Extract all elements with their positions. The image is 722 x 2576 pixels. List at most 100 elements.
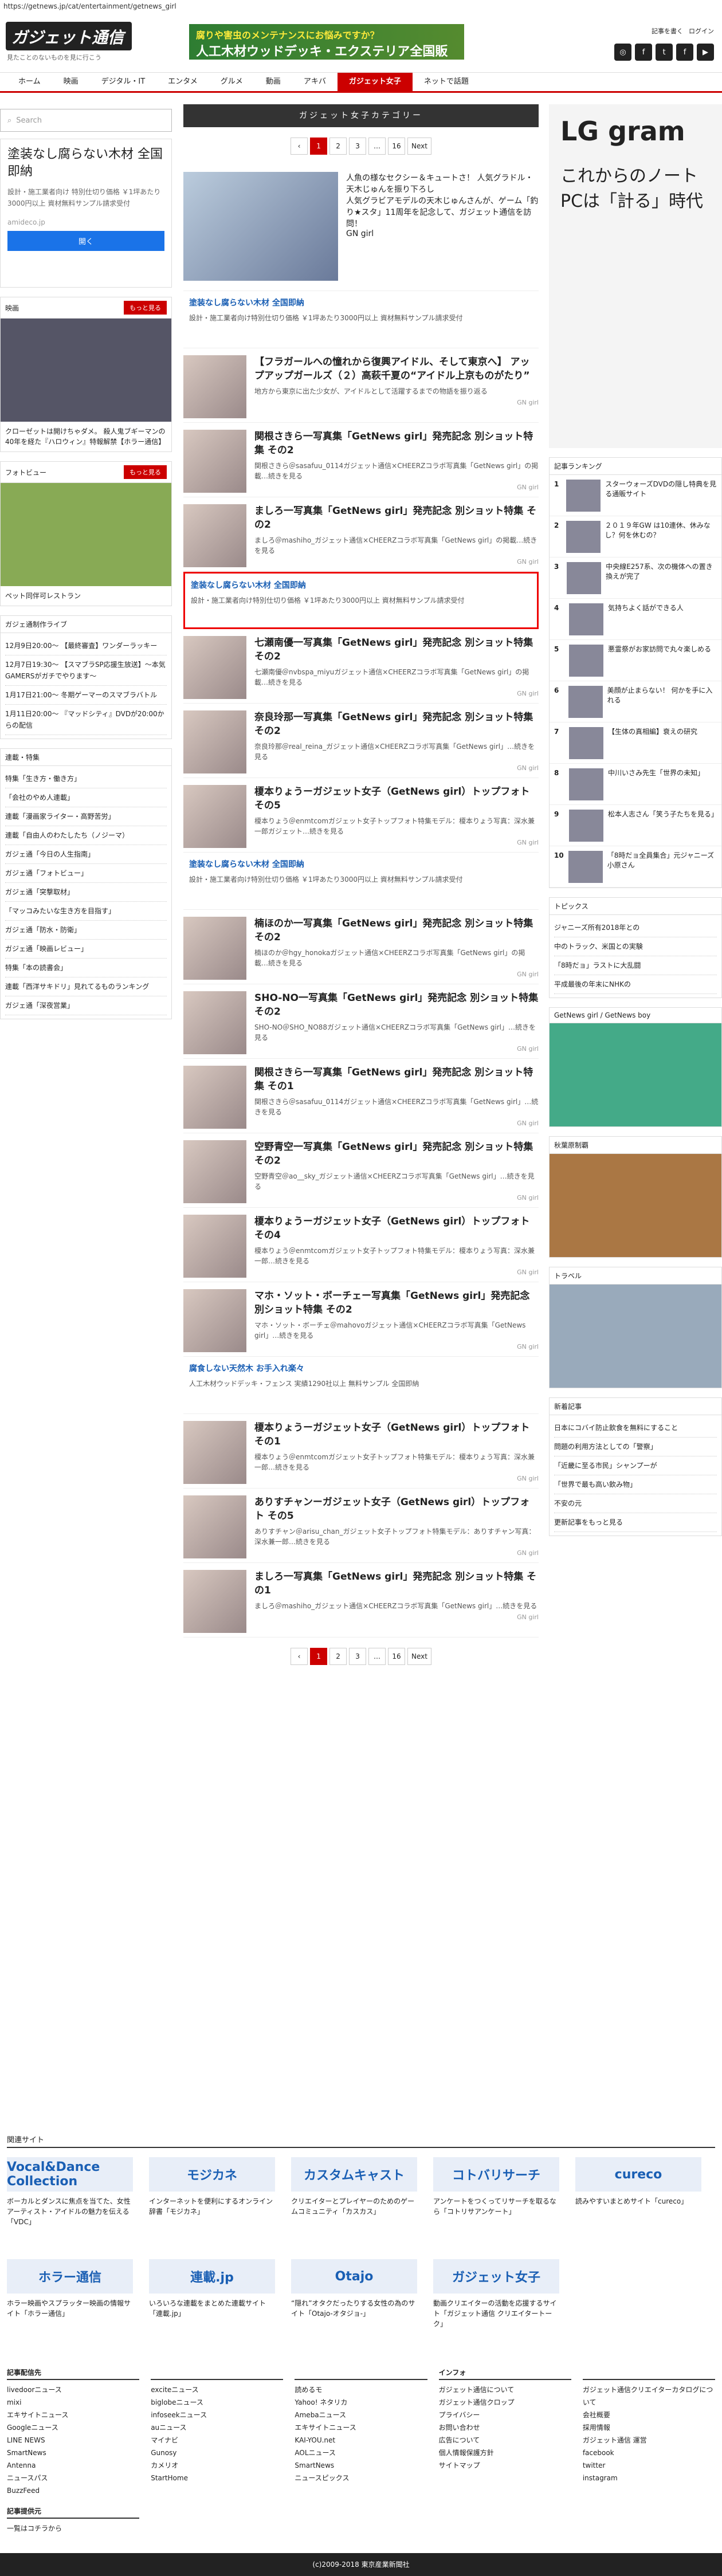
pager-page[interactable]: 1 [310,1648,328,1665]
ranking-item[interactable]: 9 松本人志さん「笑う子たちを見る」 [550,805,721,846]
rank-thumbnail[interactable] [569,727,603,759]
footer-link[interactable]: BuzzFeed [7,2484,139,2497]
rank-thumbnail[interactable] [569,768,603,800]
article-title[interactable]: マホ・ソット・ボーチェー写真集「GetNews girl」発売記念 別ショット特… [254,1289,539,1317]
site-logo[interactable]: コトバリサーチ [433,2157,559,2192]
list-item[interactable]: 連載「漫画家ライター・高野苦労」 [5,807,167,826]
rank-title[interactable]: 【生体の真相編】衰えの研究 [608,727,697,759]
footer-link[interactable]: KAI-YOU.net [295,2434,427,2447]
list-item[interactable]: 「会社のやめ人連載」 [5,788,167,807]
footer-link[interactable]: Antenna [7,2459,139,2472]
article-thumbnail[interactable] [183,785,246,848]
list-item[interactable]: ガジェ通「深夜営業」 [5,996,167,1015]
ranking-item[interactable]: 2 ２０１９年GW は10連休、休みなし？何を休むの？ [550,516,721,557]
article-thumbnail[interactable] [183,430,246,493]
ranking-item[interactable]: 3 中央線E257系、次の機体への置き換えが完了 [550,557,721,599]
footer-link[interactable]: Googleニュース [7,2421,139,2434]
article-item[interactable]: ましろ一写真集「GetNews girl」発売記念 別ショット特集 その1 ましろ… [183,1563,539,1638]
footer-link[interactable]: マイナビ [151,2434,283,2447]
list-item[interactable]: 「マッコみたいな生き方を目指す」 [5,902,167,921]
ad-title[interactable]: 塗装なし腐らない木材 全国即納 [189,297,533,308]
article-item[interactable]: 榎本りょうーガジェット女子（GetNews girl）トップフォト その5 榎本り… [183,778,539,853]
header-banner-ad[interactable]: 腐りや害虫のメンテナンスにお悩みですか？ 人工木材ウッドデッキ・エクステリア全国… [189,24,464,87]
article-thumbnail[interactable] [183,1421,246,1484]
list-item[interactable]: 不安の元 [554,1494,717,1513]
related-site[interactable]: cureco 読みやすいまとめサイト「cureco」 [575,2157,701,2243]
footer-link[interactable]: SmartNews [295,2459,427,2472]
rank-title[interactable]: スターウォーズDVDの隠し特典を見る通販サイト [605,480,717,511]
rank-title[interactable]: 美顔が止まらない！ 何かを手に入れる [607,686,717,717]
footer-link[interactable]: SmartNews [7,2447,139,2459]
footer-link[interactable]: お問い合わせ [439,2421,571,2434]
article-title[interactable]: 関根さきら一写真集「GetNews girl」発売記念 別ショット特集 その2 [254,430,539,457]
footer-link[interactable]: StartHome [151,2472,283,2484]
site-logo[interactable]: Vocal&Dance Collection [7,2157,133,2192]
pager-page[interactable]: 2 [329,138,347,155]
list-item[interactable]: ガジェ通「防水・防衛」 [5,921,167,940]
article-item[interactable]: 【フラガールへの憧れから復興アイドル、そして東京へ】 アップアップガールズ（２）… [183,348,539,423]
footer-link[interactable]: instagram [583,2472,715,2484]
featured-article[interactable]: 人魚の様なセクシー＆キュートさ！ 人気グラドル・天木じゅんを振り下ろし 人気グラ… [183,165,539,291]
footer-link[interactable]: 広告について [439,2434,571,2447]
article-item[interactable]: ありすチャンーガジェット女子（GetNews girl）トップフォト その5 あり… [183,1489,539,1563]
footer-link[interactable]: livedoorニュース [7,2383,139,2396]
footer-link[interactable]: 読めるモ [295,2383,427,2396]
list-item[interactable]: 連載「西洋サキドリ」見れてるものランキング [5,977,167,996]
article-item[interactable]: 七瀬南優一写真集「GetNews girl」発売記念 別ショット特集 その2 七瀬… [183,629,539,704]
widget-image[interactable] [550,1023,721,1126]
article-thumbnail[interactable] [183,917,246,980]
article-thumbnail[interactable] [183,1570,246,1633]
pager-next[interactable]: Next [407,1648,431,1665]
nav-item-akiba[interactable]: アキバ [292,73,338,91]
footer-link[interactable]: auニュース [151,2421,283,2434]
footer-link[interactable]: infoseekニュース [151,2409,283,2421]
pager-next[interactable]: Next [407,138,431,155]
pager-page[interactable]: 2 [329,1648,347,1665]
list-item[interactable]: ガジェ通「今日の人生指南」 [5,845,167,864]
footer-link[interactable]: サイトマップ [439,2459,571,2472]
search-input[interactable]: ⌕ Search [0,109,172,132]
pager-page[interactable]: 1 [310,138,328,155]
article-thumbnail[interactable] [183,710,246,773]
related-site[interactable]: ホラー通信 ホラー映画やスプラッター映画の情報サイト「ホラー通信」 [7,2259,133,2345]
article-item[interactable]: 関根さきら一写真集「GetNews girl」発売記念 別ショット特集 その1 関… [183,1059,539,1133]
related-site[interactable]: Vocal&Dance Collection ボーカルとダンスに焦点を当てた、女性… [7,2157,133,2243]
widget-image[interactable] [550,1285,721,1388]
widget-image[interactable] [1,319,171,422]
list-item[interactable]: 平成最後の年末にNHKの [554,975,717,994]
nav-item-gadget-girl[interactable]: ガジェット女子 [337,73,413,91]
article-title[interactable]: ありすチャンーガジェット女子（GetNews girl）トップフォト その5 [254,1495,539,1523]
list-item[interactable]: ガジェ通「突撃取材」 [5,883,167,902]
rank-title[interactable]: 「8時だョ全員集合」元ジャニーズ小原さん [607,851,717,882]
rank-title[interactable]: 松本人志さん「笑う子たちを見る」 [608,810,718,841]
nav-item-gourmet[interactable]: グルメ [209,73,254,91]
footer-link[interactable]: 個人情報保護方針 [439,2447,571,2459]
footer-link[interactable]: Yahoo! ネタリカ [295,2396,427,2409]
footer-link[interactable]: LINE NEWS [7,2434,139,2447]
twitter-icon[interactable]: t [656,44,673,61]
article-title[interactable]: 榎本りょうーガジェット女子（GetNews girl）トップフォト その5 [254,785,539,812]
list-item[interactable]: 「8時だョ」ラストに大乱闘 [554,956,717,975]
related-site[interactable]: カスタムキャスト クリエイターとプレイヤーのためのゲームコミュニティ「カスカス」 [291,2157,417,2243]
nav-item-digital[interactable]: デジタル・IT [90,73,157,91]
ranking-item[interactable]: 5 悪霊祭がお家訪問で丸々楽しめる [550,640,721,681]
ranking-item[interactable]: 6 美顔が止まらない！ 何かを手に入れる [550,681,721,722]
article-item[interactable]: マホ・ソット・ボーチェー写真集「GetNews girl」発売記念 別ショット特… [183,1282,539,1357]
footer-link[interactable]: AOLニュース [295,2447,427,2459]
pager-prev[interactable]: ‹ [291,1648,308,1665]
footer-link[interactable]: エキサイトニュース [7,2409,139,2421]
list-item[interactable]: 中のトラック、米国との実験 [554,937,717,956]
related-site[interactable]: コトバリサーチ アンケートをつくってリサーチを取るなら「コトリサアンケート」 [433,2157,559,2243]
nav-item-movie[interactable]: 映画 [52,73,90,91]
article-thumbnail[interactable] [183,991,246,1054]
article-thumbnail[interactable] [183,1140,246,1203]
list-item[interactable]: 「世界で最も高い飲み物」 [554,1475,717,1494]
list-item[interactable]: 1月11日20:00～ 『マッドシティ』DVDが20:00からの配信 [5,705,167,735]
footer-link[interactable]: ガジェット通信 運営 [583,2434,715,2447]
related-site[interactable]: Otajo “隠れ”オタクだったりする女性の為のサイト「Otajo-オタジョ-」 [291,2259,417,2345]
ranking-item[interactable]: 10 「8時だョ全員集合」元ジャニーズ小原さん [550,846,721,888]
article-title[interactable]: 人魚の様なセクシー＆キュートさ！ 人気グラドル・天木じゅんを振り下ろし [346,172,539,195]
widget-caption[interactable]: クローゼットは開けちゃダメ。 殺人鬼ブギーマンの40年を経た『ハロウィン』特報解… [1,422,171,451]
ad-title[interactable]: 塗装なし腐らない木材 全国即納 [189,858,533,870]
article-item[interactable]: SHO-NO一写真集「GetNews girl」発売記念 別ショット特集 その2… [183,984,539,1059]
